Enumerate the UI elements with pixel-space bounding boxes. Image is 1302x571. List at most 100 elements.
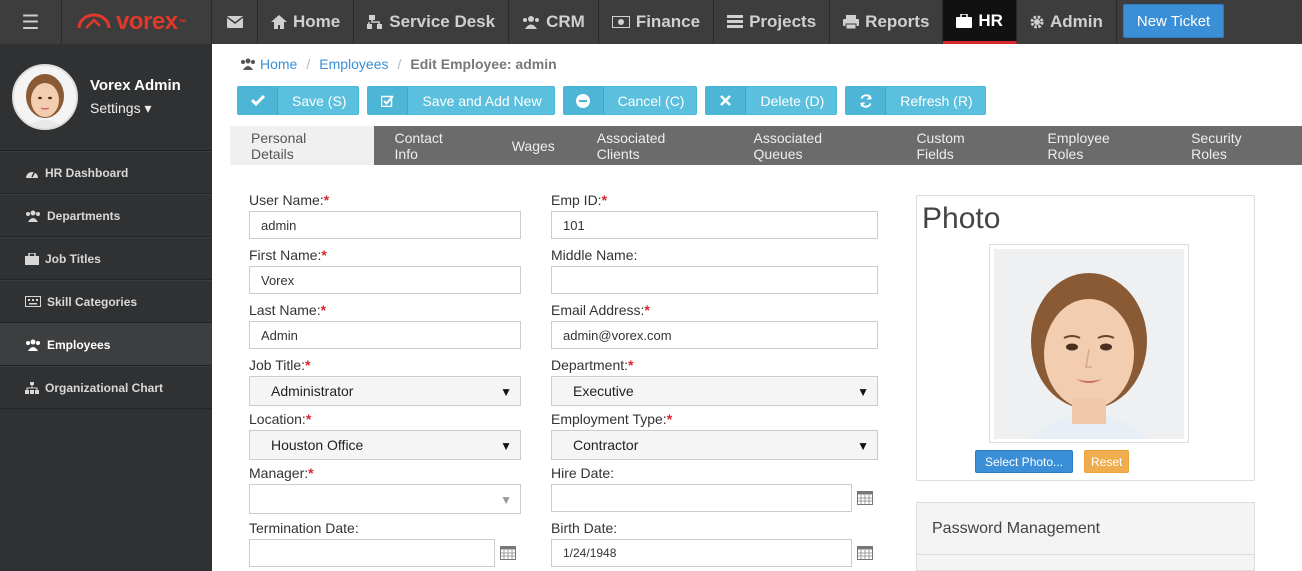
- briefcase-icon: [956, 13, 973, 28]
- dropdown-arrow-icon: ▼: [500, 493, 512, 507]
- last-name-field[interactable]: Admin: [249, 321, 521, 349]
- dropdown-arrow-icon: ▼: [857, 385, 869, 399]
- keyboard-icon: [25, 296, 41, 307]
- save-and-add-new-button[interactable]: Save and Add New: [367, 86, 555, 115]
- nav-projects[interactable]: Projects: [714, 0, 831, 44]
- emp-id-field[interactable]: 101: [551, 211, 878, 239]
- sidebar: Vorex Admin Settings ▾ HR Dashboard Depa…: [0, 44, 212, 571]
- hamburger-menu-icon[interactable]: ☰: [0, 0, 62, 44]
- nav-finance[interactable]: Finance: [599, 0, 715, 44]
- breadcrumb-separator: /: [397, 56, 402, 72]
- first-name-field[interactable]: Vorex: [249, 266, 521, 294]
- nav-crm-label: CRM: [546, 12, 585, 31]
- email-label: Email Address:*: [551, 302, 650, 318]
- sidebar-item-skill-categories[interactable]: Skill Categories: [0, 280, 212, 323]
- password-management-panel: Password Management: [916, 502, 1255, 571]
- user-name: Vorex Admin: [90, 77, 181, 94]
- briefcase-icon: [25, 252, 39, 265]
- calendar-icon[interactable]: [500, 546, 516, 560]
- nav-service-desk[interactable]: Service Desk: [354, 0, 510, 44]
- tab-security-roles[interactable]: Security Roles: [1170, 126, 1302, 165]
- termination-date-label: Termination Date:: [249, 520, 359, 536]
- employment-type-label: Employment Type:*: [551, 411, 673, 427]
- users-icon: [26, 210, 40, 222]
- employment-type-value: Contractor: [573, 437, 639, 453]
- manager-label: Manager:*: [249, 465, 314, 481]
- breadcrumb-employees-link[interactable]: Employees: [319, 56, 388, 72]
- user-name-field[interactable]: admin: [249, 211, 521, 239]
- logo-text: vorex: [116, 8, 178, 35]
- middle-name-label: Middle Name:: [551, 247, 638, 263]
- sitemap-icon: [367, 15, 383, 29]
- users-icon: [523, 16, 540, 29]
- dashboard-icon: [26, 170, 38, 178]
- employment-type-select[interactable]: Contractor ▼: [551, 430, 878, 460]
- breadcrumb-separator: /: [306, 56, 311, 72]
- close-icon: [706, 87, 747, 114]
- tab-custom-fields[interactable]: Custom Fields: [895, 126, 1026, 165]
- breadcrumb-home-link[interactable]: Home: [260, 56, 297, 72]
- sidebar-item-organizational-chart[interactable]: Organizational Chart: [0, 366, 212, 409]
- first-name-label: First Name:*: [249, 247, 327, 263]
- nav-crm[interactable]: CRM: [509, 0, 599, 44]
- logo-trademark: ™: [178, 17, 187, 27]
- nav-projects-label: Projects: [749, 12, 817, 31]
- nav-hr-label: HR: [978, 10, 1003, 30]
- nav-service-desk-label: Service Desk: [389, 12, 496, 31]
- sidebar-item-hr-dashboard[interactable]: HR Dashboard: [0, 151, 212, 194]
- nav-admin[interactable]: Admin: [1017, 0, 1117, 44]
- email-field[interactable]: admin@vorex.com: [551, 321, 878, 349]
- middle-name-field[interactable]: [551, 266, 878, 294]
- tab-personal-details[interactable]: Personal Details: [230, 126, 374, 165]
- nav-finance-label: Finance: [635, 12, 701, 31]
- calendar-icon[interactable]: [857, 491, 873, 505]
- tab-associated-clients[interactable]: Associated Clients: [576, 126, 733, 165]
- money-icon: [611, 16, 630, 28]
- save-button[interactable]: Save (S): [237, 86, 360, 115]
- tab-associated-queues[interactable]: Associated Queues: [733, 126, 896, 165]
- select-photo-button[interactable]: Select Photo...: [975, 450, 1074, 473]
- nav-hr[interactable]: HR: [943, 0, 1017, 44]
- department-value: Executive: [573, 383, 634, 399]
- sidebar-item-job-titles[interactable]: Job Titles: [0, 237, 212, 280]
- sidebar-item-label: Departments: [47, 208, 121, 223]
- job-title-select[interactable]: Administrator ▼: [249, 376, 521, 406]
- hire-date-field[interactable]: [551, 484, 852, 512]
- refresh-button[interactable]: Refresh (R): [845, 86, 986, 115]
- cancel-button[interactable]: Cancel (C): [562, 86, 698, 115]
- refresh-label: Refresh (R): [900, 92, 973, 109]
- job-title-value: Administrator: [271, 383, 354, 399]
- toolbar: Save (S) Save and Add New Cancel (C) Del…: [237, 86, 994, 115]
- check-icon: [238, 87, 278, 114]
- calendar-icon[interactable]: [857, 546, 873, 560]
- sidebar-item-employees[interactable]: Employees: [0, 323, 212, 366]
- reset-photo-button[interactable]: Reset: [1084, 450, 1130, 473]
- top-navbar: ☰ vorex ™ Home Service Desk CRM Finance P…: [0, 0, 1302, 44]
- location-select[interactable]: Houston Office ▼: [249, 430, 521, 460]
- sidebar-item-departments[interactable]: Departments: [0, 194, 212, 237]
- settings-dropdown[interactable]: Settings ▾: [90, 100, 181, 117]
- nav-reports[interactable]: Reports: [830, 0, 944, 44]
- tab-wages[interactable]: Wages: [491, 126, 576, 165]
- delete-button[interactable]: Delete (D): [705, 86, 838, 115]
- tab-employee-roles[interactable]: Employee Roles: [1027, 126, 1171, 165]
- photo-panel: Photo Select Photo... Reset: [916, 195, 1255, 481]
- users-icon: [241, 58, 255, 70]
- avatar[interactable]: [12, 64, 78, 130]
- tasks-icon: [727, 15, 744, 28]
- department-select[interactable]: Executive ▼: [551, 376, 878, 406]
- breadcrumb: Home / Employees / Edit Employee: admin: [240, 56, 557, 72]
- vorex-logo[interactable]: vorex ™: [62, 0, 212, 44]
- refresh-icon: [846, 87, 887, 114]
- termination-date-field[interactable]: [249, 539, 495, 567]
- location-label: Location:*: [249, 411, 312, 427]
- print-icon: [843, 15, 860, 29]
- nav-home[interactable]: Home: [258, 0, 355, 44]
- mail-icon[interactable]: [212, 0, 258, 44]
- birth-date-field[interactable]: 1/24/1948: [551, 539, 852, 567]
- manager-select[interactable]: ▼: [249, 484, 521, 514]
- birth-date-label: Birth Date:: [551, 520, 618, 536]
- breadcrumb-current: Edit Employee: admin: [410, 56, 557, 72]
- tab-contact-info[interactable]: Contact Info: [374, 126, 491, 165]
- new-ticket-button[interactable]: New Ticket: [1122, 4, 1225, 38]
